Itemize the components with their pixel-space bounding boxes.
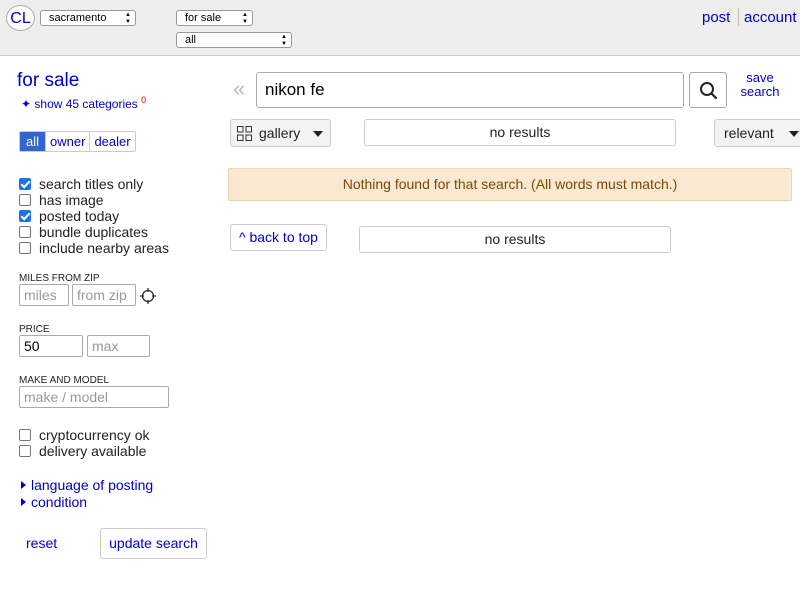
checkbox[interactable]: [19, 242, 31, 254]
category-title[interactable]: for sale: [17, 70, 79, 92]
select-arrows-icon: ▲ ▼: [242, 12, 248, 25]
sort-dropdown[interactable]: relevant: [714, 119, 800, 147]
checkbox-checked[interactable]: [19, 210, 31, 222]
select-arrows-icon: ▲ ▼: [281, 34, 287, 47]
expand-triangle-icon: [21, 481, 26, 489]
option-label: cryptocurrency ok: [39, 427, 150, 443]
category-select[interactable]: for sale ▲ ▼: [176, 10, 253, 26]
update-search-button[interactable]: update search: [100, 528, 207, 559]
option-posted-today[interactable]: posted today: [19, 208, 119, 224]
location-select-value: sacramento: [49, 12, 107, 24]
condition-expander[interactable]: condition: [21, 494, 87, 510]
seller-all-button[interactable]: all: [20, 132, 46, 151]
location-select[interactable]: sacramento ▲ ▼: [40, 10, 136, 26]
option-include-nearby-areas[interactable]: include nearby areas: [19, 240, 169, 256]
option-has-image[interactable]: has image: [19, 192, 104, 208]
plus-icon: ✦︎: [21, 97, 32, 111]
subcategory-select-value: all: [185, 34, 197, 46]
header-divider: [738, 8, 739, 26]
price-min-input[interactable]: 50: [19, 335, 83, 357]
seller-dealer-button[interactable]: dealer: [89, 132, 134, 151]
categories-count: 0: [141, 95, 147, 105]
view-mode-dropdown[interactable]: gallery: [230, 119, 331, 147]
seller-owner-button[interactable]: owner: [45, 132, 89, 151]
no-results-notice: Nothing found for that search. (All word…: [228, 168, 792, 201]
make-model-input[interactable]: make / model: [19, 386, 169, 408]
seller-type-toggle: all owner dealer: [19, 131, 136, 152]
collapse-sidebar-icon[interactable]: «: [233, 78, 245, 100]
expand-triangle-icon: [21, 498, 26, 506]
option-label: include nearby areas: [39, 240, 169, 256]
checkbox[interactable]: [19, 429, 31, 441]
view-mode-label: gallery: [259, 125, 301, 141]
search-button[interactable]: [689, 72, 727, 108]
craigslist-logo[interactable]: CL: [6, 5, 35, 31]
dropdown-caret-icon: [313, 131, 323, 137]
reset-link[interactable]: reset: [26, 535, 57, 551]
language-of-posting-expander[interactable]: language of posting: [21, 477, 153, 493]
back-to-top-button[interactable]: ^ back to top: [230, 224, 327, 251]
account-link[interactable]: account: [744, 9, 797, 26]
sort-label: relevant: [724, 125, 774, 141]
results-count-bottom: no results: [359, 226, 671, 253]
gallery-grid-icon: [237, 126, 252, 141]
expander-label: condition: [31, 494, 88, 510]
price-max-input[interactable]: max: [87, 335, 150, 357]
save-search-link[interactable]: save search: [738, 71, 782, 99]
option-label: search titles only: [39, 176, 144, 192]
price-label: PRICE: [19, 324, 50, 335]
checkbox[interactable]: [19, 194, 31, 206]
show-categories-label: show 45 categories: [34, 97, 138, 111]
option-cryptocurrency-ok[interactable]: cryptocurrency ok: [19, 427, 149, 443]
subcategory-select[interactable]: all ▲ ▼: [176, 32, 292, 48]
post-link[interactable]: post: [702, 9, 730, 26]
results-count-top: no results: [364, 119, 676, 146]
show-categories-link[interactable]: ✦︎ show 45 categories 0: [21, 95, 146, 111]
from-zip-input[interactable]: from zip: [72, 284, 136, 306]
option-label: delivery available: [39, 443, 147, 459]
header-bar: CL sacramento ▲ ▼ for sale ▲ ▼ all ▲ ▼ post…: [0, 0, 800, 56]
select-arrows-icon: ▲ ▼: [125, 12, 131, 25]
option-bundle-duplicates[interactable]: bundle duplicates: [19, 224, 148, 240]
checkbox[interactable]: [19, 445, 31, 457]
make-model-label: MAKE AND MODEL: [19, 375, 110, 386]
magnifier-icon: [700, 82, 718, 100]
option-delivery-available[interactable]: delivery available: [19, 443, 146, 459]
category-select-value: for sale: [185, 12, 222, 24]
dropdown-caret-icon: [789, 131, 799, 137]
locate-crosshair-icon[interactable]: [140, 288, 156, 304]
miles-input[interactable]: miles: [19, 284, 69, 306]
option-search-titles-only[interactable]: search titles only: [19, 176, 143, 192]
search-input[interactable]: nikon fe: [256, 72, 684, 108]
option-label: posted today: [39, 208, 120, 224]
option-label: bundle duplicates: [39, 224, 148, 240]
option-label: has image: [39, 192, 104, 208]
expander-label: language of posting: [31, 477, 154, 493]
miles-from-zip-label: MILES FROM ZIP: [19, 273, 100, 284]
checkbox[interactable]: [19, 226, 31, 238]
checkbox-checked[interactable]: [19, 178, 31, 190]
